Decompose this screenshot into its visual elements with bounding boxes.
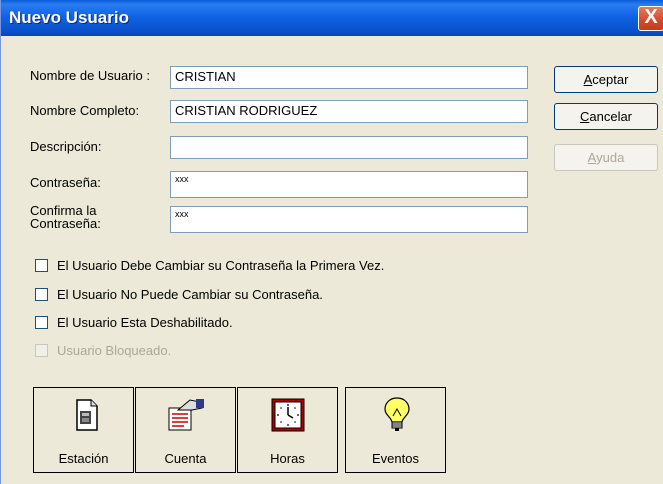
password-label: Contraseña: [30, 175, 101, 190]
username-field[interactable]: CRISTIAN [170, 66, 528, 89]
account-locked-checkbox[interactable] [35, 344, 48, 357]
account-disabled-label: El Usuario Esta Deshabilitado. [57, 315, 233, 330]
account-button[interactable]: Cuenta [135, 387, 236, 473]
account-icon [168, 399, 204, 431]
description-field[interactable] [170, 136, 528, 159]
confirm-label-line2: Contraseña: [30, 216, 101, 231]
window-title: Nuevo Usuario [9, 8, 129, 27]
accept-label: ceptar [592, 72, 629, 87]
hours-button[interactable]: Horas [237, 387, 338, 473]
cancel-mnemonic: C [579, 109, 590, 124]
fullname-label: Nombre Completo: [30, 103, 140, 118]
station-icon [76, 399, 98, 431]
lightbulb-icon [384, 397, 410, 431]
description-label: Descripción: [30, 139, 102, 154]
fullname-field[interactable]: CRISTIAN RODRIGUEZ [170, 100, 528, 123]
title-bar[interactable]: Nuevo Usuario X [1, 0, 663, 36]
station-label: Estación [58, 451, 109, 466]
accept-button[interactable]: Aceptar [554, 66, 658, 93]
events-button[interactable]: Eventos [345, 387, 446, 473]
help-mnemonic: A [587, 150, 597, 165]
cannot-change-password-label: El Usuario No Puede Cambiar su Contraseñ… [57, 287, 323, 302]
events-label: Eventos [372, 451, 419, 466]
clock-icon [271, 398, 305, 432]
new-user-dialog: Nuevo Usuario X Nombre de Usuario : CRIS… [0, 0, 663, 484]
help-label: yuda [596, 150, 625, 165]
account-label: Cuenta [164, 451, 207, 466]
password-field[interactable]: xxx [170, 171, 528, 198]
account-locked-label: Usuario Bloqueado. [57, 343, 172, 358]
close-button[interactable]: X [638, 6, 663, 31]
must-change-password-label: El Usuario Debe Cambiar su Contraseña la… [57, 258, 385, 273]
close-icon: X [644, 6, 658, 28]
help-button[interactable]: Ayuda [554, 144, 658, 171]
accept-mnemonic: A [583, 72, 593, 87]
confirm-password-label: Confirma la Contraseña: [30, 204, 101, 230]
hours-label: Horas [270, 451, 305, 466]
confirm-password-field[interactable]: xxx [170, 206, 528, 233]
cancel-label: ancelar [589, 109, 633, 124]
cannot-change-password-checkbox[interactable] [35, 288, 48, 301]
account-disabled-checkbox[interactable] [35, 316, 48, 329]
cancel-button[interactable]: Cancelar [554, 103, 658, 130]
station-button[interactable]: Estación [33, 387, 134, 473]
username-label: Nombre de Usuario : [30, 68, 150, 83]
must-change-password-checkbox[interactable] [35, 259, 48, 272]
